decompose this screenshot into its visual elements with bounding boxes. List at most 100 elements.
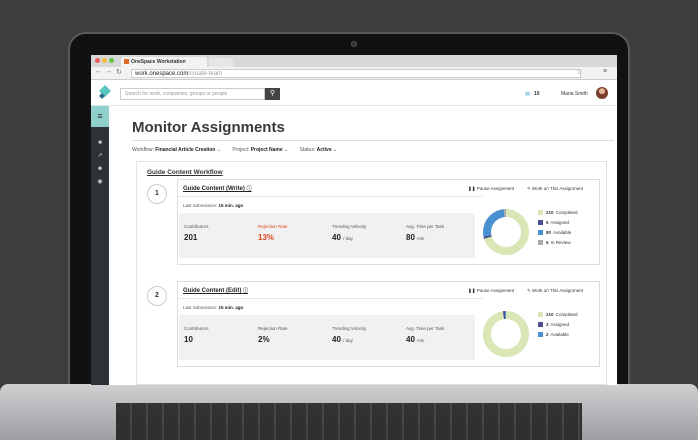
legend-label: Assigned <box>549 322 570 327</box>
stat-number: 80 <box>406 233 415 242</box>
stat-label: Trending Velocity <box>332 224 367 229</box>
last-submission: Last Submission: 15 min. ago <box>183 305 243 310</box>
message-count-badge: 10 <box>534 91 540 97</box>
stat-number: 40 <box>406 335 415 344</box>
title-divider <box>132 140 614 141</box>
assignment-title[interactable]: Guide Content (Write) ⓘ <box>183 185 252 192</box>
browser-tab[interactable]: OneSpace Workstation <box>121 57 207 67</box>
legend-label: Completed <box>554 210 578 215</box>
search-input[interactable]: Search for work, companies, groups or pe… <box>120 88 265 100</box>
team-icon[interactable]: ☻ <box>96 165 104 173</box>
legend-count: 3 <box>546 322 549 327</box>
stat-value: 40 / day <box>332 233 353 242</box>
chart-icon[interactable]: ↗ <box>96 152 104 160</box>
pause-assignment-button[interactable]: ❚❚ Pause Assignment <box>468 186 514 192</box>
new-tab-button[interactable] <box>209 58 233 67</box>
briefcase-icon[interactable]: ■ <box>96 139 104 147</box>
minimize-window-dot[interactable] <box>102 58 107 63</box>
work-on-assignment-button[interactable]: ✎ Work on This Assignment <box>527 186 583 192</box>
chevron-down-icon: ⌄ <box>284 147 289 153</box>
legend-count: 80 <box>546 230 552 235</box>
stat-label: Rejection Rate <box>258 224 288 229</box>
stat-value: 2% <box>258 335 270 344</box>
filter-value: Financial Article Creation <box>155 147 216 153</box>
filter-project[interactable]: Project: Project Name ⌄ <box>232 147 288 153</box>
browser-menu-icon[interactable]: ≡ <box>603 68 607 75</box>
stat-value: 201 <box>184 233 197 242</box>
assignment-title[interactable]: Guide Content (Edit) ⓘ <box>183 287 248 294</box>
assignment-card: Guide Content (Edit) ⓘ ❚❚ Pause Assignme… <box>177 281 600 367</box>
last-submission: Last Submission: 15 min. ago <box>183 203 243 208</box>
pause-assignment-button[interactable]: ❚❚ Pause Assignment <box>468 288 514 294</box>
webcam <box>351 41 357 47</box>
stat-contributors: Contributors 10 <box>179 315 251 360</box>
stat-label: Contributors <box>184 224 209 229</box>
legend-label: In Review <box>549 240 571 245</box>
assignment-title-text: Guide Content (Edit) <box>183 288 242 294</box>
assignment-title-text: Guide Content (Write) <box>183 186 245 192</box>
stat-label: Trending Velocity <box>332 326 367 331</box>
filter-label: Project: <box>232 147 250 153</box>
status-donut-chart <box>483 209 529 255</box>
step-number: 1 <box>147 184 167 204</box>
tab-title: OneSpace Workstation <box>131 59 186 65</box>
url-path: /create-team <box>188 71 223 77</box>
info-icon[interactable]: ⓘ <box>243 288 248 294</box>
dashboard-icon[interactable]: ◉ <box>96 178 104 186</box>
filter-label: Status: <box>299 147 316 153</box>
workflow-title[interactable]: Guide Content Workflow <box>147 169 223 176</box>
stat-label: Avg. Time per Task <box>406 224 445 229</box>
stats-row: Contributors 10 Rejection Rate 2% Trending… <box>179 315 475 360</box>
legend-count: 210 <box>546 210 554 215</box>
screen: OneSpace Workstation ← → ↻ work.onespace… <box>91 55 617 385</box>
info-icon[interactable]: ⓘ <box>247 186 252 192</box>
stat-value: 13% <box>258 233 274 242</box>
search-button[interactable]: ⚲ <box>265 88 280 100</box>
bookmark-star-icon[interactable]: ☆ <box>576 68 582 76</box>
stat-unit: / day <box>343 236 353 241</box>
stat-unit: / day <box>343 338 353 343</box>
stat-contributors: Contributors 201 <box>179 213 251 258</box>
card-divider <box>178 196 483 197</box>
laptop-keyboard <box>116 403 582 440</box>
last-submission-value: 15 min. ago <box>218 305 244 310</box>
chevron-down-icon: ⌄ <box>333 147 338 153</box>
work-on-assignment-button[interactable]: ✎ Work on This Assignment <box>527 288 583 294</box>
legend-label: Available <box>552 230 572 235</box>
page-title: Monitor Assignments <box>132 119 285 136</box>
app-header: Search for work, companies, groups or pe… <box>91 80 617 106</box>
legend-item: 80 Available <box>538 230 578 240</box>
stat-rejection-rate: Rejection Rate 2% <box>253 315 325 360</box>
last-submission-value: 15 min. ago <box>218 203 244 208</box>
stat-value: 80 min <box>406 233 424 242</box>
forward-arrow-icon[interactable]: → <box>105 68 112 75</box>
close-window-dot[interactable] <box>95 58 100 63</box>
pause-label: Pause Assignment <box>476 288 515 293</box>
url-field[interactable]: work.onespace.com/create-team <box>131 69 581 78</box>
stat-value: 40 / day <box>332 335 353 344</box>
sidebar: ≡ ■ ↗ ☻ ◉ <box>91 106 109 385</box>
pause-label: Pause Assignment <box>476 186 515 191</box>
onespace-logo-icon[interactable] <box>99 85 111 99</box>
user-name[interactable]: Maria Smith <box>561 91 588 97</box>
stat-trending-velocity: Trending Velocity 40 / day <box>327 315 399 360</box>
avatar[interactable] <box>596 87 608 99</box>
filter-status[interactable]: Status: Active ⌄ <box>300 147 338 153</box>
pause-icon: ❚❚ <box>468 186 476 191</box>
legend-label: Completed <box>554 312 578 317</box>
legend-swatch <box>538 312 543 318</box>
mail-icon[interactable]: ✉ <box>525 91 530 98</box>
stat-value: 40 min <box>406 335 424 344</box>
legend-item: 210 Completed <box>538 312 578 322</box>
legend-label: Available <box>549 332 569 337</box>
reload-icon[interactable]: ↻ <box>116 68 122 76</box>
legend-count: 5 <box>546 220 549 225</box>
back-arrow-icon[interactable]: ← <box>95 68 102 75</box>
edit-icon: ✎ <box>527 186 531 191</box>
maximize-window-dot[interactable] <box>109 58 114 63</box>
menu-toggle-icon[interactable]: ≡ <box>91 106 109 127</box>
stat-unit: min <box>417 236 425 241</box>
main-content: Monitor Assignments Workflow: Financial … <box>109 106 617 385</box>
filter-workflow[interactable]: Workflow: Financial Article Creation ⌄ <box>132 147 221 153</box>
stat-number: 40 <box>332 335 341 344</box>
